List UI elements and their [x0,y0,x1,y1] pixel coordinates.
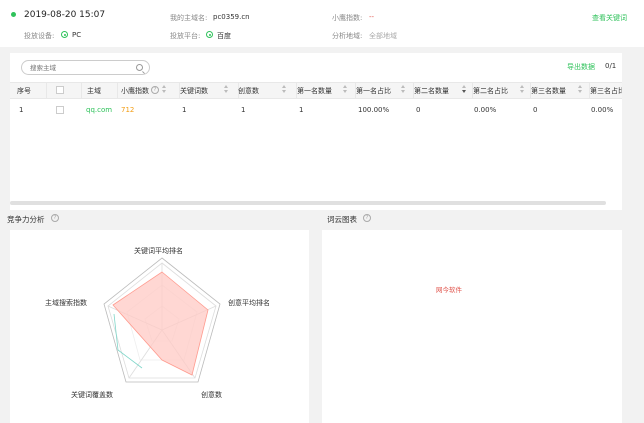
row-domain-link[interactable]: qq.com [86,106,112,114]
radar-card: 关键词平均排名 创意平均排名 创意数 关键词覆盖数 主域搜索指数 [10,230,309,423]
sort-icon[interactable] [162,85,167,95]
status-dot [11,12,16,17]
radar-series-area [112,271,209,376]
domain-value: pc0359.cn [213,13,250,21]
col-creatives[interactable]: 创意数 [238,86,259,96]
datetime: 2019-08-20 15:07 [24,10,106,20]
platform-label: 投放平台: [170,32,201,40]
row-checkbox[interactable] [56,106,64,114]
header-bar: 2019-08-20 15:07 投放设备: PC 我的主域名: pc0359.… [0,0,644,47]
col-second-count[interactable]: 第二名数量 [414,86,449,96]
index-label: 小鹰指数: [332,14,363,22]
sort-icon[interactable] [343,85,348,95]
device-label: 投放设备: [24,32,55,40]
help-icon[interactable]: ? [363,214,371,222]
index-value: -- [369,13,375,21]
wordcloud-word: 网今软件 [436,286,462,294]
wordcloud-title: 词云图表 [327,215,357,224]
select-all-checkbox[interactable] [56,86,64,94]
radar-axis-label: 主域搜索指数 [45,299,87,307]
sort-icon[interactable] [520,85,525,95]
platform-radio[interactable] [206,31,213,38]
search-icon[interactable] [136,64,143,71]
radar-axis-label: 关键词覆盖数 [71,391,113,399]
horizontal-scrollbar[interactable] [10,201,606,205]
device-radio[interactable] [61,31,68,38]
row-index: 1 [19,106,24,114]
export-button[interactable]: 导出数据 [567,62,595,72]
region-value: 全部地域 [369,32,397,40]
col-second-ratio[interactable]: 第二名占比 [473,86,508,96]
row-keywords: 1 [182,106,187,114]
row-second-ratio: 0.00% [474,106,497,114]
row-third-ratio: 0.00% [591,106,614,114]
view-keywords-link[interactable]: 查看关键词 [592,13,627,23]
col-domain: 主域 [87,87,101,95]
help-icon[interactable]: ? [151,86,159,94]
row-second-count: 0 [416,106,421,114]
col-third-ratio[interactable]: 第三名占比 [590,86,622,96]
help-icon[interactable]: ? [51,214,59,222]
domain-table-card: 导出数据 0/1 序号 主域 小鹰指数 ? 关键词数 创意数 第一名数量 第一名… [10,53,622,210]
radar-chart [103,257,221,383]
wordcloud-card: 网今软件 [322,230,622,423]
page-count: 0/1 [605,62,617,70]
domain-label: 我的主域名: [170,14,208,22]
col-keywords[interactable]: 关键词数 [180,86,208,96]
sort-icon[interactable] [578,85,583,95]
radar-axis-label: 关键词平均排名 [134,247,183,255]
sort-icon[interactable] [282,85,287,95]
col-first-ratio[interactable]: 第一名占比 [356,86,391,96]
row-creatives: 1 [241,106,246,114]
radar-axis-label: 创意数 [201,391,222,399]
search-input[interactable] [30,63,130,73]
row-first-count: 1 [299,106,304,114]
row-first-ratio: 100.00% [358,106,390,114]
competition-title: 竞争力分析 [7,215,45,224]
search-box[interactable] [21,60,150,75]
device-value: PC [72,31,82,39]
platform-value: 百度 [217,32,231,40]
col-score[interactable]: 小鹰指数 [121,86,149,96]
sort-desc-icon[interactable] [462,85,467,95]
row-third-count: 0 [533,106,538,114]
col-index: 序号 [17,87,31,95]
sort-icon[interactable] [401,85,406,95]
radar-axis-label: 创意平均排名 [228,299,270,307]
col-first-count[interactable]: 第一名数量 [297,86,332,96]
row-score: 712 [121,106,135,114]
region-label: 分析地域: [332,32,363,40]
sort-icon[interactable] [224,85,229,95]
col-third-count[interactable]: 第三名数量 [531,86,566,96]
